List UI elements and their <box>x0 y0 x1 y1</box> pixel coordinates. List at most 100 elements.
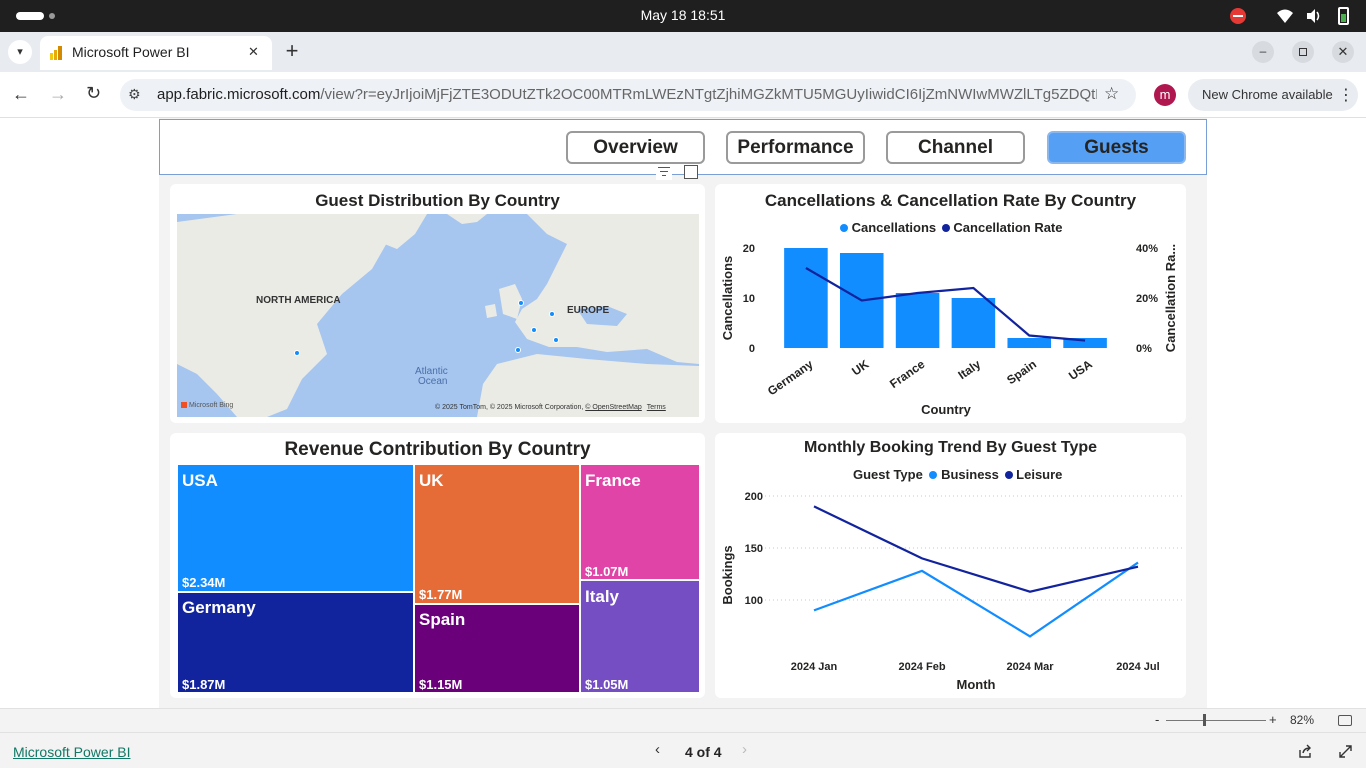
power-bi-home-link[interactable]: Microsoft Power BI <box>13 744 130 760</box>
more-menu-icon: ⋮ <box>1338 87 1354 104</box>
zoom-in-button[interactable]: + <box>1269 712 1277 727</box>
cancellation-card: Cancellations & Cancellation Rate By Cou… <box>715 184 1186 423</box>
zoom-slider-thumb[interactable] <box>1203 714 1206 726</box>
treemap-tile-spain[interactable]: Spain $1.15M <box>414 604 580 693</box>
treemap-tile-usa[interactable]: USA $2.34M <box>177 464 414 592</box>
nav-performance-button[interactable]: Performance <box>726 131 865 164</box>
osm-link[interactable]: © OpenStreetMap <box>585 404 642 411</box>
x-tick-label: Spain <box>1004 357 1039 387</box>
next-page-icon[interactable]: › <box>742 741 747 758</box>
map-label-ocean: Ocean <box>418 376 448 387</box>
clock[interactable]: May 18 18:51 <box>0 7 1366 23</box>
y-tick-label: 100 <box>745 595 763 607</box>
maximize-button[interactable] <box>1292 41 1314 63</box>
map-point-uk[interactable] <box>518 300 524 306</box>
x-tick-label: Germany <box>765 357 816 398</box>
series-line-leisure <box>813 505 1139 593</box>
y2-tick-label: 20% <box>1136 293 1158 305</box>
bar-spain <box>1007 338 1052 348</box>
y2-tick-label: 40% <box>1136 243 1158 255</box>
tile-name-spain: Spain <box>419 610 466 629</box>
bookmark-star-icon[interactable]: ☆ <box>1104 84 1119 104</box>
treemap-tile-uk[interactable]: UK $1.77M <box>414 464 580 604</box>
address-bar[interactable]: ⚙ app.fabric.microsoft.com/view?r=eyJrIj… <box>120 79 1136 111</box>
active-tab[interactable]: Microsoft Power BI ✕ <box>40 36 272 70</box>
treemap-tile-italy[interactable]: Italy $1.05M <box>580 580 700 693</box>
treemap-tile-germany[interactable]: Germany $1.87M <box>177 592 414 693</box>
back-button[interactable]: ← <box>12 84 30 105</box>
map-point-germany[interactable] <box>549 311 555 317</box>
y-tick-label: 200 <box>745 491 763 503</box>
tile-value-france: $1.07M <box>585 564 629 579</box>
y-axis-title: Cancellations <box>720 256 735 341</box>
map-point-france[interactable] <box>531 327 537 333</box>
update-chrome-button[interactable]: New Chrome available ⋮ <box>1188 79 1358 111</box>
x-tick-label: 2024 Feb <box>898 661 945 673</box>
y2-tick-label: 0% <box>1136 343 1152 355</box>
profile-avatar[interactable]: m <box>1154 84 1176 106</box>
tile-name-france: France <box>585 471 641 490</box>
battery-icon[interactable] <box>1338 7 1349 25</box>
previous-page-icon[interactable]: ‹ <box>655 741 660 758</box>
booking-trend-chart[interactable]: 100 150 200 2024 Jan 2024 Feb 2024 Mar 2024 Ju… <box>715 433 1186 698</box>
map-label-europe: EUROPE <box>567 305 610 316</box>
update-chrome-label: New Chrome available <box>1202 87 1333 102</box>
map-label-north-america: NORTH AMERICA <box>256 295 341 306</box>
tab-list-button[interactable]: ▾ <box>8 40 32 64</box>
map[interactable]: NORTH AMERICA EUROPE Atlantic Ocean Micr… <box>177 214 699 417</box>
terms-link[interactable]: Terms <box>647 404 666 411</box>
volume-icon[interactable] <box>1305 8 1323 24</box>
tile-value-usa: $2.34M <box>182 575 226 590</box>
map-copyright: © 2025 TomTom, © 2025 Microsoft Corporat… <box>435 404 584 411</box>
treemap-tile-france[interactable]: France $1.07M <box>580 464 700 580</box>
fit-page-icon[interactable] <box>1338 715 1352 726</box>
series-line-business <box>813 561 1139 638</box>
powerbi-favicon <box>50 46 64 60</box>
map-card-title: Guest Distribution By Country <box>315 191 560 210</box>
bar-germany <box>784 248 828 348</box>
forward-button[interactable]: → <box>49 84 67 105</box>
x-axis-title: Month <box>957 677 996 692</box>
bing-logo-squares <box>181 402 187 409</box>
treemap: USA $2.34M Germany $1.87M UK $1.77M Spai… <box>177 464 700 693</box>
share-icon[interactable] <box>1298 744 1313 759</box>
site-info-icon[interactable]: ⚙ <box>128 86 141 103</box>
minimize-button[interactable]: – <box>1252 41 1274 63</box>
x-axis-title: Country <box>921 402 972 417</box>
zoom-slider-track[interactable] <box>1166 720 1266 721</box>
bar-italy <box>951 298 996 348</box>
new-tab-button[interactable]: + <box>280 38 304 64</box>
map-attribution: © 2025 TomTom, © 2025 Microsoft Corporat… <box>435 404 666 411</box>
x-tick-label: 2024 Mar <box>1006 661 1054 673</box>
x-tick-label: 2024 Jan <box>791 661 838 673</box>
tile-name-uk: UK <box>419 471 444 490</box>
tab-title: Microsoft Power BI <box>72 44 190 60</box>
map-card: Guest Distribution By Country NORTH AMER… <box>170 184 705 423</box>
x-tick-label: USA <box>1066 357 1095 383</box>
close-window-button[interactable]: ✕ <box>1332 41 1354 63</box>
url-text: app.fabric.microsoft.com/view?r=eyJrIjoi… <box>157 86 1097 103</box>
filter-icon[interactable] <box>656 164 672 180</box>
power-bi-bottom-bar: Microsoft Power BI ‹ 4 of 4 › <box>0 732 1366 768</box>
fullscreen-icon[interactable] <box>1338 744 1353 759</box>
zoom-out-button[interactable]: - <box>1155 712 1159 727</box>
focus-mode-icon[interactable] <box>684 165 698 179</box>
report-footer: - + 82% <box>0 708 1366 732</box>
reload-button[interactable]: ↻ <box>86 83 101 104</box>
nav-guests-button[interactable]: Guests <box>1047 131 1186 164</box>
cancellation-combo-chart[interactable]: 0 10 20 0% 20% 40% Germany UK France Italy Spain US… <box>715 184 1186 423</box>
y-axis-title: Bookings <box>720 545 735 604</box>
map-point-usa[interactable] <box>294 350 300 356</box>
bing-logo-text: Microsoft Bing <box>188 402 234 409</box>
close-tab-icon[interactable]: ✕ <box>248 44 259 60</box>
do-not-disturb-icon[interactable] <box>1230 8 1246 24</box>
bar-france <box>895 293 940 348</box>
x-tick-label: France <box>887 357 928 391</box>
map-point-italy[interactable] <box>553 337 559 343</box>
nav-overview-button[interactable]: Overview <box>566 131 705 164</box>
nav-channel-button[interactable]: Channel <box>886 131 1025 164</box>
x-tick-label: UK <box>849 357 872 379</box>
wifi-icon[interactable] <box>1276 8 1294 24</box>
tile-name-germany: Germany <box>182 598 256 617</box>
map-point-spain[interactable] <box>515 347 521 353</box>
